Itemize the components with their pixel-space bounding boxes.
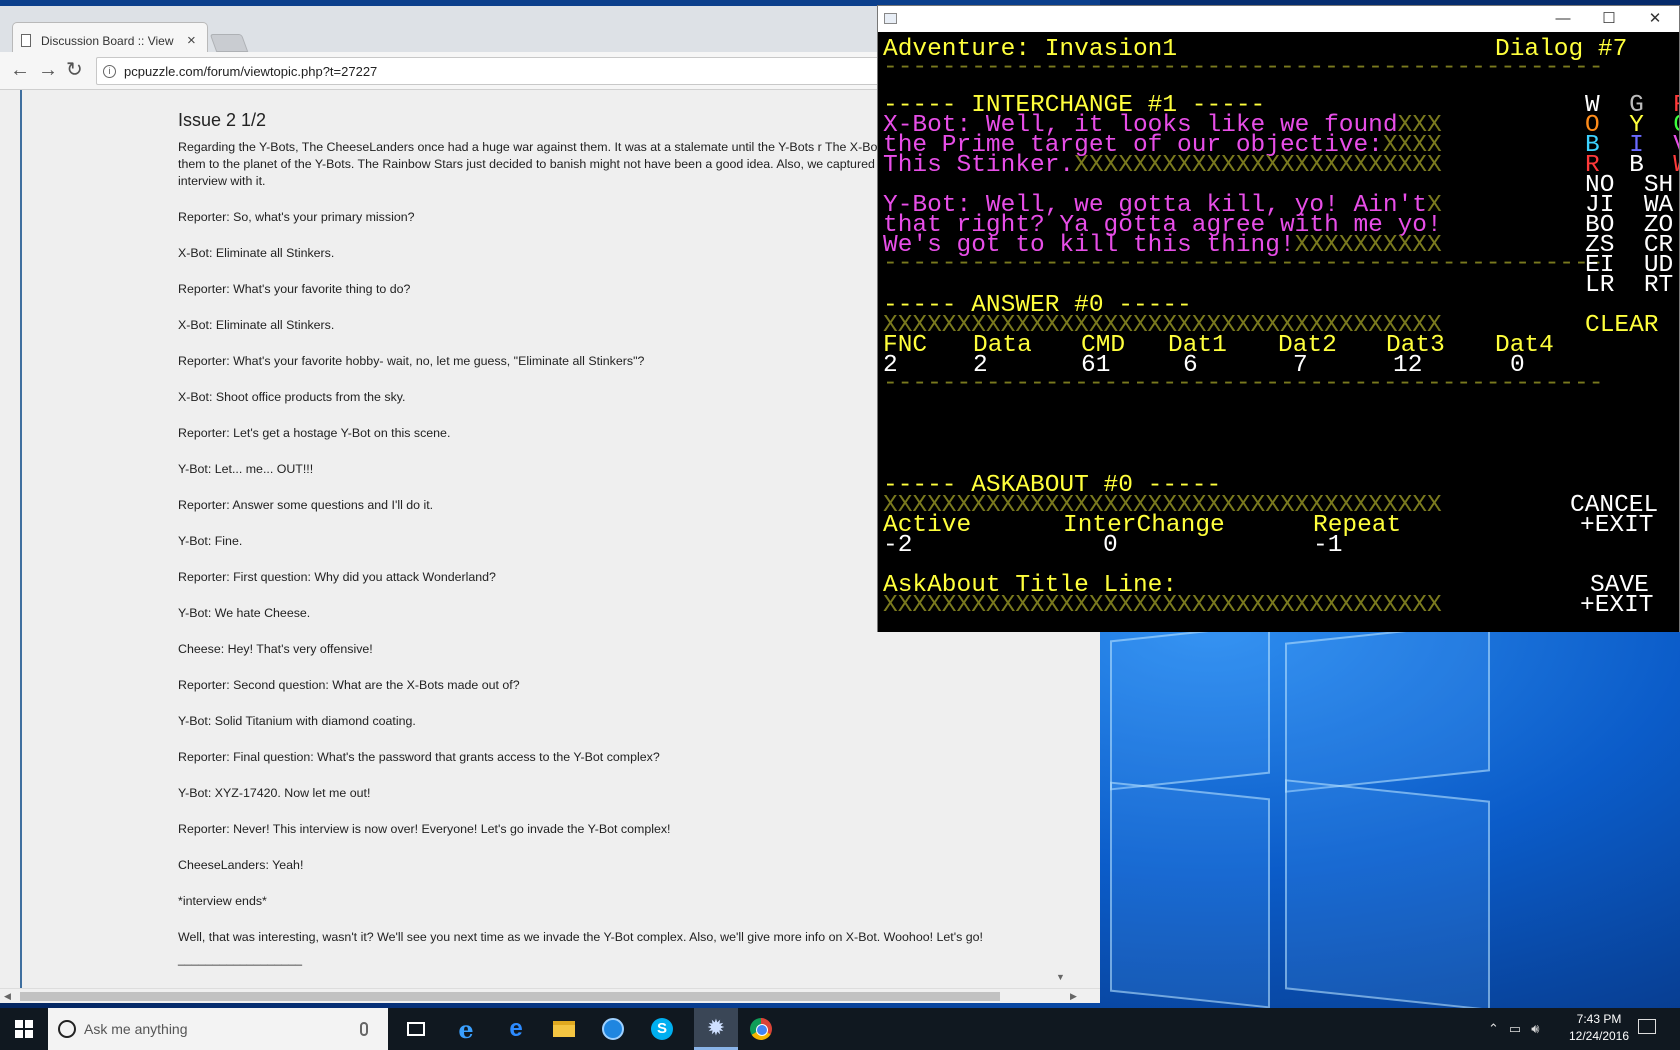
post-line: *interview ends* bbox=[178, 894, 267, 908]
clock-date: 12/24/2016 bbox=[1568, 1029, 1630, 1043]
back-arrow-icon[interactable]: ← bbox=[10, 59, 30, 81]
ask-val-active[interactable]: -2 bbox=[883, 533, 912, 558]
effect-lr[interactable]: LR bbox=[1585, 272, 1614, 299]
answer-text-line[interactable]: XXXXXXXXXXXXXXXXXXXXXXXXXXXXXXXXXXXXXX bbox=[883, 313, 1442, 338]
file-explorer-icon[interactable] bbox=[548, 1014, 580, 1044]
scroll-right-arrow-icon[interactable]: ▶ bbox=[1070, 989, 1077, 1004]
app-icon[interactable] bbox=[597, 1014, 629, 1044]
scroll-left-arrow-icon[interactable]: ◀ bbox=[4, 989, 11, 1004]
clock-time: 7:43 PM bbox=[1576, 1012, 1622, 1026]
dialog-editor-window: — ☐ ✕ Adventure: Invasion1 Dialog #7 ---… bbox=[877, 5, 1680, 632]
scrollbar-thumb[interactable] bbox=[20, 992, 1000, 1001]
post-signature: __________________ bbox=[178, 952, 303, 966]
cortana-search-box[interactable]: Ask me anything bbox=[48, 1008, 388, 1050]
left-border bbox=[20, 90, 22, 988]
wallpaper-pane bbox=[1285, 779, 1490, 1011]
clock[interactable]: 7:43 PM 12/24/2016 bbox=[1564, 1011, 1634, 1045]
title-line-field[interactable]: XXXXXXXXXXXXXXXXXXXXXXXXXXXXXXXXXXXXXX bbox=[883, 593, 1442, 618]
divider-line: ----------------------------------------… bbox=[883, 250, 1604, 277]
horizontal-scrollbar[interactable]: ◀ ▶ bbox=[0, 988, 1100, 1003]
post-line: Y-Bot: Solid Titanium with diamond coati… bbox=[178, 714, 416, 728]
clear-button[interactable]: CLEAR bbox=[1585, 313, 1659, 338]
save-exit-label[interactable]: +EXIT bbox=[1580, 593, 1654, 618]
window-titlebar: — ☐ ✕ bbox=[878, 6, 1679, 32]
info-icon[interactable]: i bbox=[103, 64, 116, 78]
effect-rt[interactable]: RT bbox=[1644, 272, 1673, 299]
search-placeholder: Ask me anything bbox=[84, 1021, 188, 1037]
skype-icon[interactable]: S bbox=[646, 1014, 678, 1044]
new-tab-button[interactable] bbox=[209, 34, 249, 52]
volume-icon[interactable]: 🔊︎ bbox=[1531, 1021, 1539, 1037]
post-line: Cheese: Hey! That's very offensive! bbox=[178, 642, 373, 656]
minimize-icon[interactable]: — bbox=[1540, 6, 1586, 32]
page-icon bbox=[21, 34, 31, 47]
chevron-up-icon[interactable]: ⌃ bbox=[1488, 1021, 1499, 1037]
microphone-icon[interactable] bbox=[360, 1022, 368, 1036]
divider-line: ----------------------------------------… bbox=[883, 54, 1604, 81]
task-view-icon bbox=[407, 1022, 425, 1036]
tab-title: Discussion Board :: View bbox=[41, 33, 174, 48]
effect-row: LR RT bbox=[1585, 273, 1673, 298]
post-line: Reporter: Never! This interview is now o… bbox=[178, 822, 671, 836]
taskbar: Ask me anything e e S ✹ ⌃ ▭ 🔊︎ 7:43 PM 1… bbox=[0, 1008, 1680, 1050]
tab-close-icon[interactable]: × bbox=[187, 32, 196, 49]
wallpaper-pane bbox=[1110, 781, 1270, 1009]
forward-arrow-icon[interactable]: → bbox=[38, 59, 58, 81]
action-center-icon[interactable] bbox=[1638, 1019, 1656, 1034]
text-line[interactable]: This Stinker.XXXXXXXXXXXXXXXXXXXXXXXXX bbox=[883, 153, 1442, 178]
ask-col-interchange: InterChange bbox=[1063, 512, 1225, 539]
windows-logo-icon bbox=[15, 1020, 33, 1038]
reload-icon[interactable]: ↻ bbox=[66, 59, 83, 81]
post-line: Well, that was interesting, wasn't it? W… bbox=[178, 930, 983, 944]
close-icon[interactable]: ✕ bbox=[1632, 6, 1678, 32]
system-tray: ⌃ ▭ 🔊︎ bbox=[1488, 1008, 1549, 1050]
app-icon bbox=[884, 13, 897, 24]
ask-val-repeat[interactable]: -1 bbox=[1313, 533, 1342, 558]
chrome-icon[interactable] bbox=[745, 1014, 777, 1044]
post-line: CheeseLanders: Yeah! bbox=[178, 858, 304, 872]
wallpaper-pane bbox=[1110, 623, 1270, 791]
running-app-icon[interactable]: ✹ bbox=[694, 1008, 738, 1050]
cortana-icon bbox=[58, 1020, 76, 1038]
ask-val-interchange[interactable]: 0 bbox=[1103, 533, 1118, 558]
divider-line: ----------------------------------------… bbox=[883, 370, 1604, 397]
cancel-exit-label[interactable]: +EXIT bbox=[1580, 513, 1654, 538]
url-text: pcpuzzle.com/forum/viewtopic.php?t=27227 bbox=[124, 63, 378, 79]
internet-explorer-icon[interactable]: e bbox=[450, 1014, 482, 1044]
editor-screen: Adventure: Invasion1 Dialog #7 ---------… bbox=[878, 32, 1679, 632]
post-line: Reporter: Second question: What are the … bbox=[178, 678, 520, 692]
post-line: Y-Bot: XYZ-17420. Now let me out! bbox=[178, 786, 371, 800]
wallpaper-pane bbox=[1285, 621, 1490, 793]
network-icon[interactable]: ▭ bbox=[1509, 1021, 1521, 1037]
edge-icon[interactable]: e bbox=[500, 1014, 532, 1044]
start-button[interactable] bbox=[0, 1008, 48, 1050]
post-line: Reporter: Final question: What's the pas… bbox=[178, 750, 660, 764]
maximize-icon[interactable]: ☐ bbox=[1586, 6, 1632, 32]
scroll-down-arrow-icon[interactable]: ▼ bbox=[1056, 972, 1065, 982]
color-red-3[interactable]: W bbox=[1673, 152, 1679, 179]
task-view-button[interactable] bbox=[400, 1014, 432, 1044]
